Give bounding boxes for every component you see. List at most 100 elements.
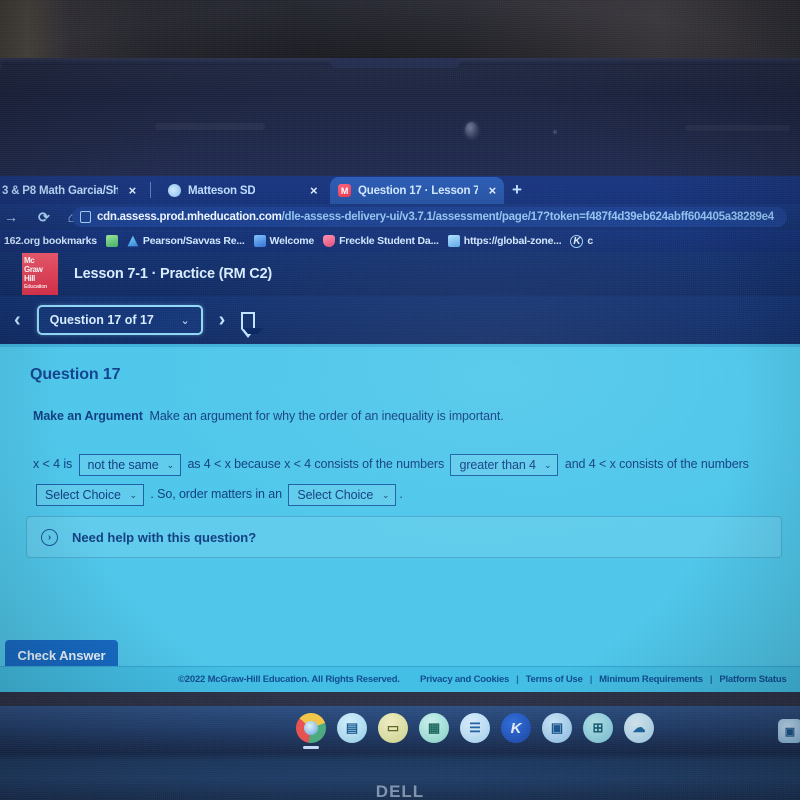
browser-tab-matteson-sd[interactable]: Matteson SD [160,177,330,204]
reload-icon[interactable]: ⟳ [38,209,50,226]
url-path: /dle-assess-delivery-ui/v3.7.1/assessmen… [281,211,775,223]
green-app-icon [105,235,118,247]
answer-segment-5: . [399,487,403,501]
footer-separator: | [709,674,713,685]
browser-tab-question-17[interactable]: M Question 17 · Lesson 7-1 · Practi × [330,177,504,204]
answer-sentence: x < 4 is not the same ⌄ as 4 < x because… [33,449,788,509]
bezel-vent-right [685,125,790,131]
bookmark-label: Pearson/Savvas Re... [142,235,245,247]
footer-link-privacy[interactable]: Privacy and Cookies [420,674,509,685]
dropdown-select-choice-1[interactable]: Select Choice ⌄ [36,483,144,506]
footer-separator: | [516,674,519,685]
footer-links: Privacy and Cookies | Terms of Use | Min… [420,674,787,685]
bookmark-icon[interactable] [241,311,264,338]
chrome-icon[interactable] [296,713,326,743]
need-help-panel[interactable]: › Need help with this question? [26,516,782,558]
lightblue-icon [447,235,460,247]
previous-question-button[interactable]: ‹ [14,310,21,330]
tab-close-icon[interactable]: × [489,183,497,198]
logo-line-4: Education [24,284,47,290]
bookmarks-bar: 162.org bookmarks Pearson/Savvas Re... W… [0,230,800,252]
kahoot-icon[interactable]: K [501,713,531,743]
os-taskbar: ▤ ▭ ▦ ☰ K ▣ ⊞ ☁ ▣ [0,706,800,754]
chevron-down-icon: ⌄ [381,489,390,500]
browser-tab-strip: 3 & P8 Math Garcia/Sheffer 10 × Matteson… [0,176,800,204]
freckle-icon [323,235,336,247]
bookmark-freckle[interactable]: Freckle Student Da... [323,235,439,247]
question-prompt-text: Make an argument for why the order of an… [149,409,504,423]
question-navigation-bar: ‹ Question 17 of 17 ⌄ › [0,296,800,344]
bookmark-global-zone[interactable]: https://global-zone... [447,235,562,247]
bookmark-label: Welcome [269,235,315,247]
lesson-title: Lesson 7-1 · Practice (RM C2) [74,266,273,282]
question-prompt: Make an Argument Make an argument for wh… [33,409,504,423]
mcgraw-hill-icon: M [338,184,351,197]
k-icon: K [570,234,584,248]
tab-title: Matteson SD [188,184,256,197]
chevron-right-icon: › [41,528,58,546]
calendar-app-icon[interactable]: ▦ [419,713,449,743]
question-prompt-label: Make an Argument [33,409,143,423]
content-top-edge [0,344,800,347]
dropdown-select-choice-2[interactable]: Select Choice ⌄ [288,483,397,506]
webcam-icon [465,122,478,138]
dropdown-not-the-same[interactable]: not the same ⌄ [78,453,182,476]
tab-close-icon[interactable]: × [129,183,137,198]
chevron-down-icon: ⌄ [180,314,190,327]
chrome-running-indicator [303,746,319,749]
footer-link-platform-status[interactable]: Platform Status [719,674,786,685]
tab-title: Question 17 · Lesson 7-1 · Practi [358,184,478,197]
forward-icon[interactable]: → [4,209,18,225]
docs-app-icon[interactable]: ☰ [460,713,490,743]
address-bar[interactable]: cdn.assess.prod.mheducation.com/dle-asse… [72,207,787,227]
footer-link-minimum-requirements[interactable]: Minimum Requirements [599,674,703,685]
dropdown-greater-than-4[interactable]: greater than 4 ⌄ [450,453,559,476]
browser-tab-math-garcia[interactable]: 3 & P8 Math Garcia/Sheffer 10 × [0,177,144,204]
laptop-bezel-notch [330,58,460,68]
tab-close-icon[interactable]: × [310,183,318,198]
edge-taskbar-icon[interactable]: ▣ [778,719,800,743]
bookmark-pearson-savvas[interactable]: Pearson/Savvas Re... [127,235,245,247]
mcgraw-hill-logo: Mc Graw Hill Education [22,253,58,295]
notes-app-icon[interactable]: ▭ [378,713,408,743]
question-selector-label: Question 17 of 17 [49,313,154,327]
assessment-content: Question 17 Make an Argument Make an arg… [0,344,800,692]
bookmark-162org[interactable]: 162.org bookmarks [4,235,97,247]
chevron-down-icon: ⌄ [129,489,138,500]
cloud-app-icon[interactable]: ☁ [624,713,654,743]
page-title: Question 17 [30,366,121,383]
need-help-label: Need help with this question? [72,529,257,545]
bookmark-green-app[interactable] [105,235,118,247]
answer-segment-4: . So, order matters in an [150,487,282,501]
dropdown-value: Select Choice [45,487,121,502]
dell-logo: DELL [375,782,425,800]
browser-toolbar: → ⟳ ⌂ cdn.assess.prod.mheducation.com/dl… [0,204,800,230]
new-tab-button[interactable]: + [512,181,522,198]
answer-segment-1: x < 4 is [33,457,73,471]
bezel-vent-left [155,123,265,130]
contacts-app-icon[interactable]: ▤ [337,713,367,743]
tab-divider [150,182,151,198]
footer-separator: | [589,674,593,685]
launcher-grid-icon[interactable]: ⊞ [583,713,613,743]
dropdown-value: greater than 4 [459,457,536,472]
app-header: Mc Graw Hill Education Lesson 7-1 · Prac… [0,252,800,296]
question-selector-dropdown[interactable]: Question 17 of 17 ⌄ [36,305,203,335]
bookmark-label: c [587,235,594,247]
chevron-down-icon: ⌄ [166,459,175,470]
pearson-icon [127,235,139,247]
logo-line-1: Mc [24,256,35,265]
taskbar-icon-row: ▤ ▭ ▦ ☰ K ▣ ⊞ ☁ [296,713,654,743]
slides-app-icon[interactable]: ▣ [542,713,572,743]
page-info-icon[interactable] [80,211,91,223]
address-bar-text: cdn.assess.prod.mheducation.com/dle-asse… [97,211,774,223]
laptop-top-bezel [0,58,800,178]
bookmark-c[interactable]: K c [570,234,594,248]
bookmark-welcome[interactable]: Welcome [253,235,315,247]
answer-segment-2: as 4 < x because x < 4 consists of the n… [187,457,445,471]
url-host: cdn.assess.prod.mheducation.com [97,211,282,223]
cloud-icon [168,184,181,197]
dropdown-value: not the same [87,457,159,472]
footer-link-terms[interactable]: Terms of Use [526,674,583,685]
next-question-button[interactable]: › [219,310,226,330]
